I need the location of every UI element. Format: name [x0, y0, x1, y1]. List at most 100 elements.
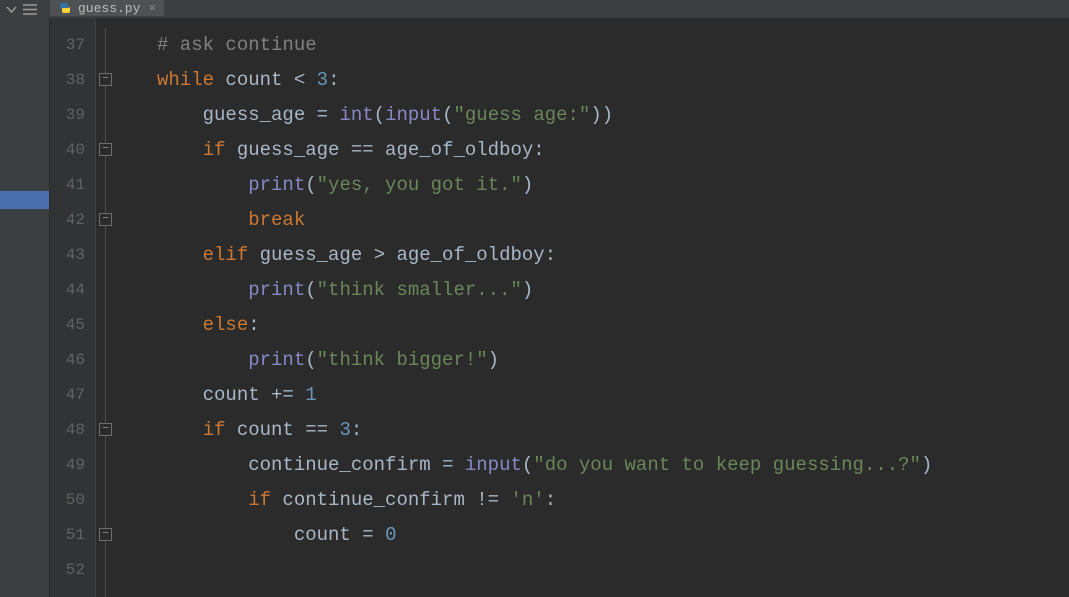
- line-number: 51: [50, 518, 95, 553]
- line-number: 39: [50, 98, 95, 133]
- line-number: 50: [50, 483, 95, 518]
- code-line[interactable]: if continue_confirm != 'n':: [157, 483, 1069, 518]
- code-line[interactable]: continue_confirm = input("do you want to…: [157, 448, 1069, 483]
- line-number: 42: [50, 203, 95, 238]
- code-line[interactable]: # ask continue: [157, 28, 1069, 63]
- code-token: !=: [476, 489, 499, 511]
- editor-tab-guess[interactable]: guess.py ×: [50, 0, 164, 16]
- code-token: [328, 419, 339, 441]
- line-number: 47: [50, 378, 95, 413]
- code-token: [294, 384, 305, 406]
- fold-marker[interactable]: −: [99, 213, 112, 226]
- code-token: elif: [203, 244, 249, 266]
- code-token: >: [374, 244, 385, 266]
- code-token: :: [545, 489, 556, 511]
- code-token: print: [248, 349, 305, 371]
- code-line[interactable]: count = 0: [157, 518, 1069, 553]
- code-token: break: [248, 209, 305, 231]
- code-line[interactable]: elif guess_age > age_of_oldboy:: [157, 238, 1069, 273]
- code-token: input: [465, 454, 522, 476]
- fold-marker[interactable]: −: [99, 143, 112, 156]
- code-line[interactable]: if count == 3:: [157, 413, 1069, 448]
- code-token: ==: [351, 139, 374, 161]
- code-line[interactable]: while count < 3:: [157, 63, 1069, 98]
- code-line[interactable]: if guess_age == age_of_oldboy:: [157, 133, 1069, 168]
- menu-icon[interactable]: [23, 4, 37, 15]
- code-token: +=: [271, 384, 294, 406]
- line-number: 52: [50, 553, 95, 588]
- code-editor[interactable]: 37383940414243444546474849505152 −−−−− #…: [50, 18, 1069, 597]
- code-token: :: [351, 419, 362, 441]
- line-number: 45: [50, 308, 95, 343]
- code-token: "think bigger!": [317, 349, 488, 371]
- line-number: 44: [50, 273, 95, 308]
- project-selection-highlight: [0, 191, 49, 209]
- code-token: [374, 524, 385, 546]
- code-token: print: [248, 174, 305, 196]
- code-token: while: [157, 69, 214, 91]
- code-token: [305, 69, 316, 91]
- code-line[interactable]: [157, 553, 1069, 588]
- code-token: =: [362, 524, 373, 546]
- code-line[interactable]: guess_age = int(input("guess age:")): [157, 98, 1069, 133]
- code-token: 0: [385, 524, 396, 546]
- code-line[interactable]: print("yes, you got it."): [157, 168, 1069, 203]
- fold-marker[interactable]: −: [99, 73, 112, 86]
- fold-guide-line: [105, 28, 106, 597]
- code-token: ): [921, 454, 932, 476]
- code-token: (: [442, 104, 453, 126]
- code-token: print: [248, 279, 305, 301]
- fold-marker[interactable]: −: [99, 528, 112, 541]
- code-token: guess_age: [203, 104, 317, 126]
- code-token: ==: [305, 419, 328, 441]
- code-line[interactable]: count += 1: [157, 378, 1069, 413]
- code-token: # ask continue: [157, 34, 317, 56]
- code-token: (: [305, 174, 316, 196]
- code-token: (: [305, 279, 316, 301]
- code-token: ): [522, 279, 533, 301]
- code-token: =: [442, 454, 453, 476]
- code-token: count: [203, 384, 271, 406]
- code-token: "guess age:": [454, 104, 591, 126]
- code-token: continue_confirm: [271, 489, 476, 511]
- main-split: 37383940414243444546474849505152 −−−−− #…: [0, 18, 1069, 597]
- code-token: age_of_oldboy: [385, 244, 545, 266]
- code-area[interactable]: # ask continue while count < 3: guess_age…: [115, 18, 1069, 597]
- code-token: [453, 454, 464, 476]
- line-number: 49: [50, 448, 95, 483]
- collapse-icon[interactable]: [6, 4, 17, 15]
- code-token: =: [317, 104, 328, 126]
- line-number: 38: [50, 63, 95, 98]
- tab-label: guess.py: [78, 1, 140, 16]
- close-icon[interactable]: ×: [146, 2, 158, 15]
- code-token: [499, 489, 510, 511]
- code-token: 3: [317, 69, 328, 91]
- project-tool-strip[interactable]: [0, 18, 50, 597]
- code-line[interactable]: else:: [157, 308, 1069, 343]
- tab-bar: guess.py ×: [0, 0, 1069, 18]
- code-token: else: [203, 314, 249, 336]
- code-token: input: [385, 104, 442, 126]
- code-token: 3: [339, 419, 350, 441]
- code-token: age_of_oldboy: [374, 139, 534, 161]
- code-token: count: [294, 524, 362, 546]
- code-token: :: [328, 69, 339, 91]
- code-line[interactable]: print("think bigger!"): [157, 343, 1069, 378]
- code-token: (: [522, 454, 533, 476]
- python-file-icon: [58, 1, 72, 15]
- code-line[interactable]: print("think smaller..."): [157, 273, 1069, 308]
- code-token: continue_confirm: [248, 454, 442, 476]
- code-token: count: [225, 419, 305, 441]
- code-token: "think smaller...": [317, 279, 522, 301]
- fold-marker[interactable]: −: [99, 423, 112, 436]
- line-number: 46: [50, 343, 95, 378]
- code-token: guess_age: [225, 139, 350, 161]
- code-token: 1: [305, 384, 316, 406]
- code-token: (: [374, 104, 385, 126]
- code-token: (: [305, 349, 316, 371]
- code-token: ): [522, 174, 533, 196]
- line-number: 41: [50, 168, 95, 203]
- code-token: <: [294, 69, 305, 91]
- code-line[interactable]: break: [157, 203, 1069, 238]
- line-number: 37: [50, 28, 95, 63]
